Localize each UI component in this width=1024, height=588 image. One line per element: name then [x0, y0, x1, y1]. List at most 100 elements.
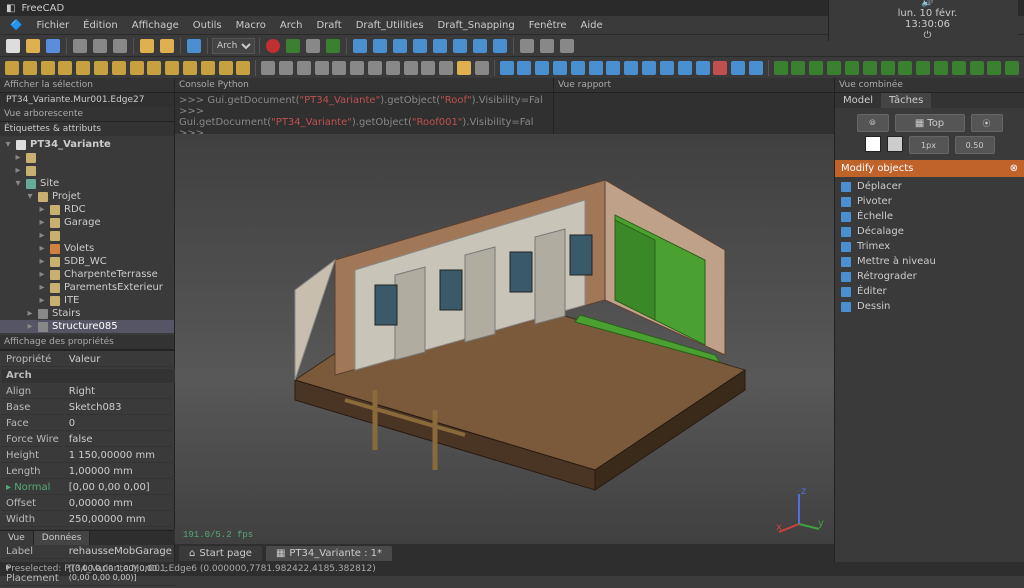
wp-next-button[interactable]: ⦿ — [971, 114, 1003, 132]
draft-text-button[interactable] — [385, 59, 401, 77]
tree-item[interactable]: ▸ — [0, 164, 174, 177]
menu-arch[interactable]: Arch — [276, 19, 307, 32]
draft-arc-button[interactable] — [314, 59, 330, 77]
collapse-icon[interactable]: ⊗ — [1010, 163, 1018, 174]
copy-button[interactable] — [91, 37, 109, 55]
menu-edit[interactable]: Édition — [79, 19, 122, 32]
part-button[interactable] — [538, 37, 556, 55]
app-menu-icon[interactable]: ◧ — [6, 3, 15, 14]
view-front-button[interactable] — [391, 37, 409, 55]
tab-view[interactable]: Vue — [0, 531, 34, 545]
arch-stairs-button[interactable] — [200, 59, 216, 77]
prop-row[interactable]: Force Wirefalse — [2, 433, 176, 447]
tab-data[interactable]: Données — [34, 531, 91, 545]
draft-wiretobspline-button[interactable] — [641, 59, 657, 77]
snap-near-button[interactable] — [951, 59, 967, 77]
arch-space-button[interactable] — [182, 59, 198, 77]
task-upgrade[interactable]: Mettre à niveau — [835, 254, 1024, 269]
snap-lock-button[interactable] — [773, 59, 789, 77]
menu-draft-utilities[interactable]: Draft_Utilities — [352, 19, 428, 32]
arch-section-button[interactable] — [129, 59, 145, 77]
draft-circle-button[interactable] — [296, 59, 312, 77]
draft-move-button[interactable] — [499, 59, 515, 77]
view-top-button[interactable] — [411, 37, 429, 55]
fontsize-field[interactable]: 0.50 — [955, 136, 995, 154]
group-button[interactable] — [558, 37, 576, 55]
view-left-button[interactable] — [491, 37, 509, 55]
tree-structure[interactable]: ▸Structure085 — [0, 320, 174, 333]
task-offset[interactable]: Décalage — [835, 224, 1024, 239]
power-icon[interactable]: ⏻ — [924, 30, 932, 41]
task-downgrade[interactable]: Rétrograder — [835, 269, 1024, 284]
3d-viewport[interactable]: z y x 191.0/5.2 fps — [175, 134, 834, 544]
tree-item[interactable]: ▸ — [0, 229, 174, 242]
task-scale[interactable]: Échelle — [835, 209, 1024, 224]
snap-grid-button[interactable] — [826, 59, 842, 77]
line-color-swatch[interactable] — [865, 136, 881, 152]
prop-row[interactable]: Length1,00000 mm — [2, 465, 176, 479]
draft-rotate-button[interactable] — [517, 59, 533, 77]
arch-building-button[interactable] — [75, 59, 91, 77]
draft-scale-button[interactable] — [606, 59, 622, 77]
linewidth-field[interactable]: 1px — [909, 136, 949, 154]
volume-icon[interactable]: 🔊 — [921, 0, 933, 8]
draft-rectangle-button[interactable] — [367, 59, 383, 77]
arch-frame-button[interactable] — [236, 59, 252, 77]
draft-dimension-button[interactable] — [403, 59, 419, 77]
new-doc-button[interactable] — [4, 37, 22, 55]
doc-tab-start[interactable]: ⌂Start page — [179, 546, 262, 561]
prop-row[interactable]: Height1 150,00000 mm — [2, 449, 176, 463]
combo-tab-model[interactable]: Model — [835, 93, 881, 108]
arch-window-button[interactable] — [111, 59, 127, 77]
draft-wire-button[interactable] — [278, 59, 294, 77]
cut-button[interactable] — [71, 37, 89, 55]
prop-row[interactable]: Offset0,00000 mm — [2, 497, 176, 511]
prop-row[interactable]: Face0 — [2, 417, 176, 431]
measure-button[interactable] — [518, 37, 536, 55]
view-right-button[interactable] — [431, 37, 449, 55]
draft-shapestring-button[interactable] — [456, 59, 472, 77]
macro-list-button[interactable] — [304, 37, 322, 55]
draft-polygon-button[interactable] — [349, 59, 365, 77]
task-drawing[interactable]: Dessin — [835, 299, 1024, 314]
menu-file[interactable]: Fichier — [32, 19, 73, 32]
draft-line-button[interactable] — [260, 59, 276, 77]
menu-macro[interactable]: Macro — [232, 19, 270, 32]
view-bottom-button[interactable] — [471, 37, 489, 55]
arch-wall-button[interactable] — [4, 59, 20, 77]
tree-root[interactable]: ▾PT34_Variante — [0, 138, 174, 151]
snap-center-button[interactable] — [915, 59, 931, 77]
arch-axis-button[interactable] — [147, 59, 163, 77]
draft-clone-button[interactable] — [748, 59, 764, 77]
task-rotate[interactable]: Pivoter — [835, 194, 1024, 209]
menu-view[interactable]: Affichage — [128, 19, 183, 32]
menu-draft-snapping[interactable]: Draft_Snapping — [434, 19, 519, 32]
save-doc-button[interactable] — [44, 37, 62, 55]
paste-button[interactable] — [111, 37, 129, 55]
snap-parallel-button[interactable] — [862, 59, 878, 77]
task-move[interactable]: Déplacer — [835, 179, 1024, 194]
menu-window[interactable]: Fenêtre — [525, 19, 571, 32]
snap-ortho-button[interactable] — [969, 59, 985, 77]
snap-perp-button[interactable] — [808, 59, 824, 77]
snap-ext-button[interactable] — [933, 59, 949, 77]
undo-button[interactable] — [138, 37, 156, 55]
draft-delpoint-button[interactable] — [677, 59, 693, 77]
wp-prev-button[interactable]: ⦾ — [857, 114, 889, 132]
draft-upgrade-button[interactable] — [570, 59, 586, 77]
macro-stop-button[interactable] — [284, 37, 302, 55]
tree-stairs[interactable]: ▸Stairs — [0, 307, 174, 320]
arch-roof-button[interactable] — [164, 59, 180, 77]
wp-top-button[interactable]: ▦Top — [895, 114, 965, 132]
tree-rdc[interactable]: ▸RDC — [0, 203, 174, 216]
arch-structure-button[interactable] — [22, 59, 38, 77]
draft-bspline-button[interactable] — [421, 59, 437, 77]
tree-charpente[interactable]: ▸CharpenteTerrasse — [0, 268, 174, 281]
prop-row[interactable]: AlignRight — [2, 385, 176, 399]
prop-row[interactable]: Width250,00000 mm — [2, 513, 176, 527]
view-axo-button[interactable] — [371, 37, 389, 55]
tree-sdb[interactable]: ▸SDB_WC — [0, 255, 174, 268]
snap-endpoint-button[interactable] — [880, 59, 896, 77]
draft-point-button[interactable] — [438, 59, 454, 77]
refresh-button[interactable] — [185, 37, 203, 55]
